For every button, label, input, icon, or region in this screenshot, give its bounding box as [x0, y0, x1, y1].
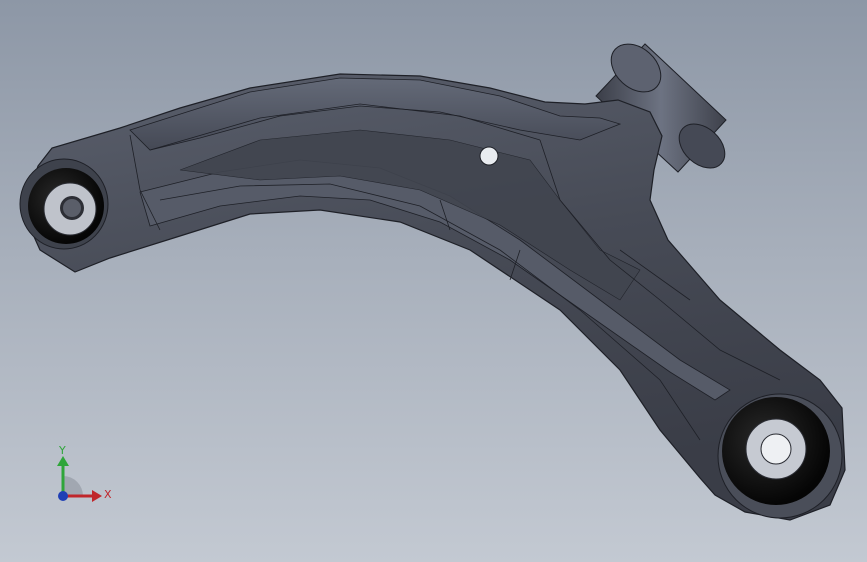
x-axis-label: X: [104, 488, 112, 501]
mounting-hole[interactable]: [479, 146, 499, 166]
z-axis-dot: [58, 491, 68, 501]
x-axis-arrow: [92, 490, 102, 502]
right-bushing[interactable]: [717, 393, 843, 519]
y-axis-label: Y: [58, 444, 66, 457]
graphics-viewport[interactable]: Y X: [0, 0, 867, 562]
left-bushing[interactable]: [19, 158, 109, 250]
y-axis-arrow: [57, 456, 69, 466]
control-arm-model[interactable]: [0, 0, 867, 562]
coordinate-triad: Y X: [57, 444, 112, 502]
